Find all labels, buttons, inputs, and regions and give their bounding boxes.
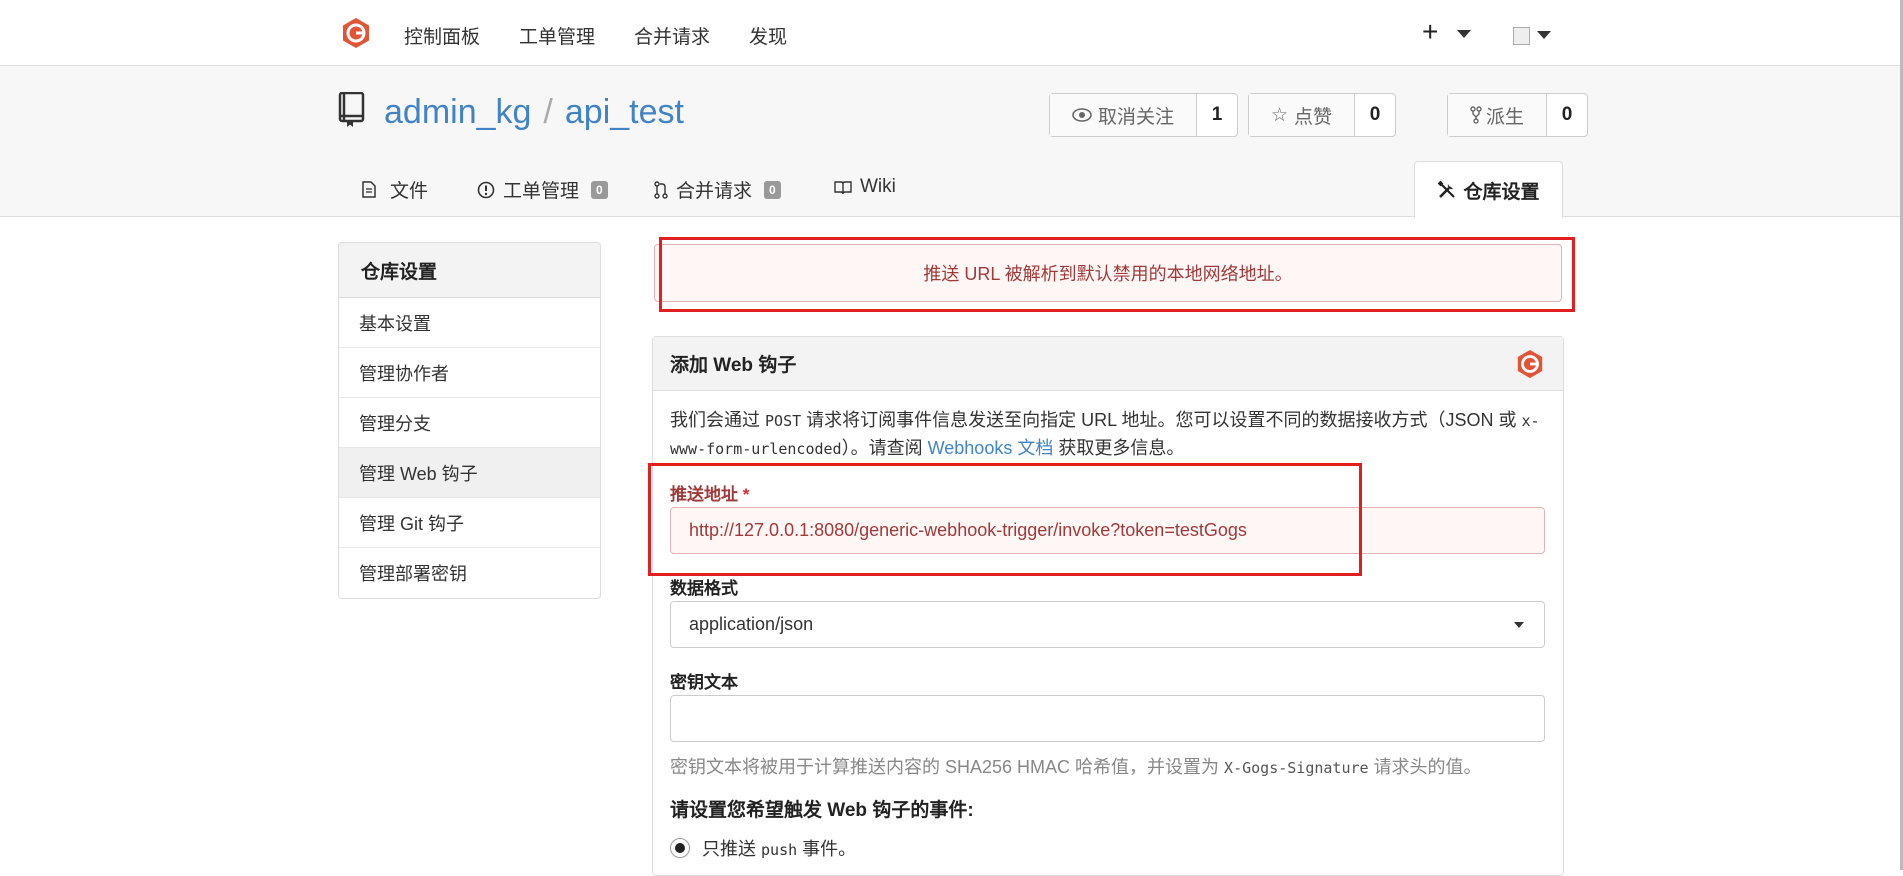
sidebar-header: 仓库设置 xyxy=(339,243,600,298)
webhooks-docs-link[interactable]: Webhooks 文档 xyxy=(928,438,1054,458)
star-button[interactable]: ☆ 点赞 xyxy=(1249,94,1356,136)
create-plus-icon[interactable]: + xyxy=(1422,16,1438,48)
help-text-2: 请求头的值。 xyxy=(1368,757,1482,777)
eye-icon xyxy=(1072,108,1092,122)
radio-push-label: 只推送 push 事件。 xyxy=(702,835,856,861)
sidebar-item-collaborators[interactable]: 管理协作者 xyxy=(339,348,600,398)
pull-request-icon xyxy=(654,180,668,199)
radio-push-only[interactable]: 只推送 push 事件。 xyxy=(670,835,856,861)
nav-explore[interactable]: 发现 xyxy=(749,22,787,49)
secret-label: 密钥文本 xyxy=(670,673,738,692)
content-type-select[interactable]: application/json xyxy=(670,601,1545,648)
help-text-1: 密钥文本将被用于计算推送内容的 SHA256 HMAC 哈希值，并设置为 xyxy=(670,757,1225,777)
create-dropdown-caret-icon[interactable] xyxy=(1457,30,1471,38)
tools-icon xyxy=(1438,180,1456,198)
watch-label: 取消关注 xyxy=(1098,106,1175,128)
issue-opened-icon xyxy=(477,181,495,198)
desc-post-code: POST xyxy=(765,412,802,430)
radio-push-text-2: 事件。 xyxy=(797,839,857,859)
radio-button[interactable] xyxy=(670,838,690,858)
fork-button-group: 派生 0 xyxy=(1447,93,1589,137)
highlight-frame-error xyxy=(659,237,1575,312)
gogs-webhook-icon xyxy=(1517,349,1543,379)
tab-issues-label: 工单管理 xyxy=(503,181,580,202)
nav-issues[interactable]: 工单管理 xyxy=(519,22,595,49)
dropdown-caret-icon xyxy=(1514,622,1524,628)
webhook-description: 我们会通过 POST 请求将订阅事件信息发送至向指定 URL 地址。您可以设置不… xyxy=(670,407,1545,463)
tab-settings-label: 仓库设置 xyxy=(1463,181,1540,203)
pulls-count-badge: 0 xyxy=(764,180,781,199)
fork-count[interactable]: 0 xyxy=(1547,94,1587,136)
sidebar-item-webhooks[interactable]: 管理 Web 钩子 xyxy=(339,448,600,498)
secret-help-text: 密钥文本将被用于计算推送内容的 SHA256 HMAC 哈希值，并设置为 X-G… xyxy=(670,753,1482,779)
repo-owner-link[interactable]: admin_kg xyxy=(384,93,531,131)
watch-button-group: 取消关注 1 xyxy=(1049,93,1239,137)
content-type-label: 数据格式 xyxy=(670,579,738,598)
star-count[interactable]: 0 xyxy=(1355,94,1395,136)
tab-wiki-label: Wiki xyxy=(860,176,896,197)
settings-sidebar: 仓库设置 基本设置 管理协作者 管理分支 管理 Web 钩子 管理 Git 钩子… xyxy=(338,242,601,599)
repo-header xyxy=(0,66,1903,217)
radio-push-code: push xyxy=(761,841,798,859)
top-navbar: 控制面板 工单管理 合并请求 发现 + xyxy=(0,0,1903,66)
star-label: 点赞 xyxy=(1294,106,1333,128)
desc-text-2: 请求将订阅事件信息发送至向指定 URL 地址。您可以设置不同的数据接收方式（JS… xyxy=(801,410,1522,430)
repo-title-separator: / xyxy=(543,93,553,131)
card-title: 添加 Web 钩子 xyxy=(653,337,1563,391)
tab-pulls[interactable]: 合并请求 0 xyxy=(654,176,781,203)
sidebar-item-git-hooks[interactable]: 管理 Git 钩子 xyxy=(339,498,600,548)
desc-text-4: 获取更多信息。 xyxy=(1053,438,1185,458)
fork-label: 派生 xyxy=(1486,106,1525,128)
add-webhook-card: 添加 Web 钩子 我们会通过 POST 请求将订阅事件信息发送至向指定 URL… xyxy=(652,336,1564,876)
sidebar-item-deploy-keys[interactable]: 管理部署密钥 xyxy=(339,548,600,598)
star-button-group: ☆ 点赞 0 xyxy=(1248,93,1397,137)
help-header-code: X-Gogs-Signature xyxy=(1224,759,1369,777)
radio-push-text: 只推送 xyxy=(702,839,762,859)
secret-input[interactable] xyxy=(670,695,1545,742)
nav-pulls[interactable]: 合并请求 xyxy=(634,22,710,49)
tab-wiki[interactable]: Wiki xyxy=(834,176,896,198)
tab-files-label: 文件 xyxy=(390,181,429,202)
nav-dashboard[interactable]: 控制面板 xyxy=(404,22,480,49)
user-dropdown-caret-icon[interactable] xyxy=(1537,31,1551,39)
unwatch-button[interactable]: 取消关注 xyxy=(1050,94,1198,136)
desc-text-3: ）。请查阅 xyxy=(841,438,928,458)
desc-text-1: 我们会通过 xyxy=(670,410,766,430)
repo-name-link[interactable]: api_test xyxy=(565,93,684,131)
repo-title: admin_kg / api_test xyxy=(384,93,684,132)
content-type-value: application/json xyxy=(689,614,814,634)
highlight-frame-url xyxy=(648,463,1362,576)
fork-icon xyxy=(1470,106,1482,124)
tab-pulls-label: 合并请求 xyxy=(676,181,753,202)
avatar[interactable] xyxy=(1513,27,1530,45)
radio-selected-dot xyxy=(675,843,685,853)
events-title: 请设置您希望触发 Web 钩子的事件: xyxy=(670,800,974,821)
star-icon: ☆ xyxy=(1271,104,1289,126)
sidebar-item-options[interactable]: 基本设置 xyxy=(339,298,600,348)
watch-count[interactable]: 1 xyxy=(1197,94,1237,136)
file-icon xyxy=(362,181,376,198)
repo-book-icon xyxy=(338,92,365,127)
sidebar-item-branches[interactable]: 管理分支 xyxy=(339,398,600,448)
wiki-book-icon xyxy=(834,180,852,194)
tab-settings[interactable]: 仓库设置 xyxy=(1414,161,1563,218)
fork-button[interactable]: 派生 xyxy=(1448,94,1548,136)
tab-issues[interactable]: 工单管理 0 xyxy=(477,176,608,203)
gogs-logo-icon[interactable] xyxy=(340,17,372,49)
issues-count-badge: 0 xyxy=(591,180,608,199)
tab-files[interactable]: 文件 xyxy=(362,176,428,203)
